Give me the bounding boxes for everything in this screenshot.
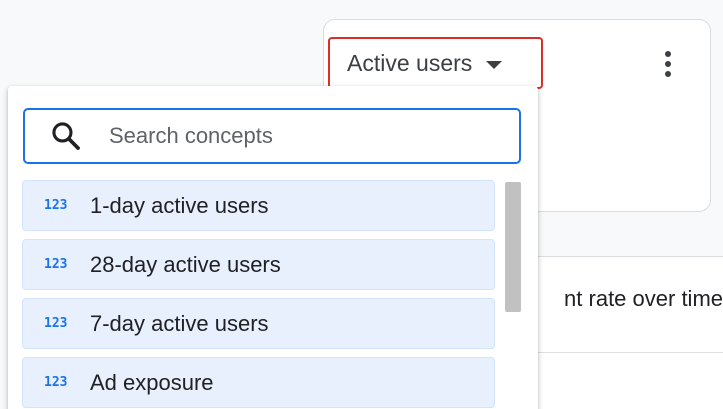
- search-input[interactable]: [107, 122, 491, 150]
- list-item[interactable]: 123 Ad exposure: [22, 357, 495, 408]
- numeric-metric-icon: 123: [44, 257, 68, 272]
- numeric-metric-icon: 123: [44, 375, 68, 390]
- list-item[interactable]: 123 28-day active users: [22, 239, 495, 290]
- kebab-dot: [665, 61, 671, 67]
- caret-down-icon: [486, 60, 503, 69]
- metric-selector-dropdown[interactable]: Active users: [328, 37, 543, 89]
- scrollbar-thumb[interactable]: [505, 182, 521, 312]
- stage: Active users nt rate over time 123 1-day…: [0, 0, 723, 409]
- list-item-label: Ad exposure: [90, 369, 214, 395]
- kebab-dot: [665, 51, 671, 57]
- list-item[interactable]: 123 7-day active users: [22, 298, 495, 349]
- lower-card: [530, 256, 723, 409]
- list-item[interactable]: 123 1-day active users: [22, 180, 495, 231]
- numeric-metric-icon: 123: [44, 198, 68, 213]
- concept-list: 123 1-day active users 123 28-day active…: [22, 180, 495, 409]
- kebab-dot: [665, 71, 671, 77]
- more-options-icon[interactable]: [656, 46, 680, 82]
- list-item-label: 1-day active users: [90, 192, 269, 218]
- numeric-metric-icon: 123: [44, 316, 68, 331]
- search-field[interactable]: [23, 108, 521, 164]
- list-item-label: 28-day active users: [90, 251, 281, 277]
- concept-menu: 123 1-day active users 123 28-day active…: [8, 86, 538, 409]
- search-icon: [52, 122, 80, 150]
- divider: [530, 352, 723, 353]
- list-item-label: 7-day active users: [90, 310, 269, 336]
- metric-selector-label: Active users: [347, 49, 473, 76]
